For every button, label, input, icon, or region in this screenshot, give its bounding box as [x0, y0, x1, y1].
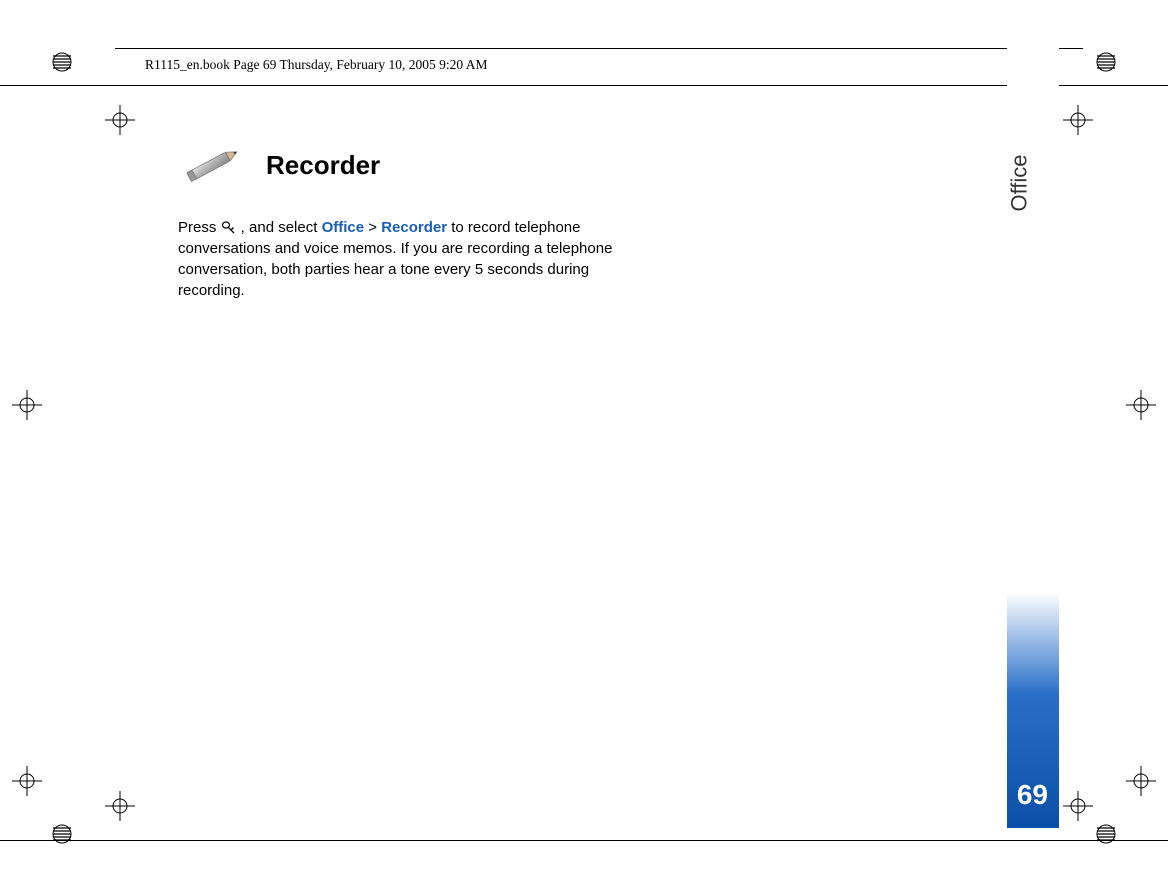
section-heading: Recorder [266, 150, 380, 181]
crop-line-top [0, 85, 1168, 86]
nav-path-office: Office [322, 219, 365, 236]
header-separator [115, 48, 1083, 49]
pencil-icon [178, 145, 246, 185]
registration-mark-icon [12, 390, 42, 420]
body-paragraph: Press , and select Office > Recorder to … [178, 217, 658, 301]
crop-mark-icon [1095, 51, 1117, 73]
page-content: Recorder Press , and select Office > Rec… [178, 145, 658, 301]
document-header: R1115_en.book Page 69 Thursday, February… [145, 57, 487, 73]
registration-mark-icon [1126, 766, 1156, 796]
registration-mark-icon [105, 791, 135, 821]
menu-key-icon [221, 220, 237, 234]
page-number: 69 [1017, 779, 1048, 811]
crop-line-bottom [0, 840, 1168, 841]
body-text-part: Press [178, 219, 221, 236]
nav-separator: > [364, 219, 381, 236]
nav-path-recorder: Recorder [381, 219, 447, 236]
registration-mark-icon [105, 105, 135, 135]
body-text-part: , and select [237, 219, 322, 236]
crop-mark-icon [51, 51, 73, 73]
heading-row: Recorder [178, 145, 658, 185]
registration-mark-icon [1063, 791, 1093, 821]
registration-mark-icon [1063, 105, 1093, 135]
crop-mark-icon [51, 823, 73, 845]
registration-mark-icon [12, 766, 42, 796]
side-tab-label: Office [1006, 154, 1032, 211]
registration-mark-icon [1126, 390, 1156, 420]
crop-mark-icon [1095, 823, 1117, 845]
